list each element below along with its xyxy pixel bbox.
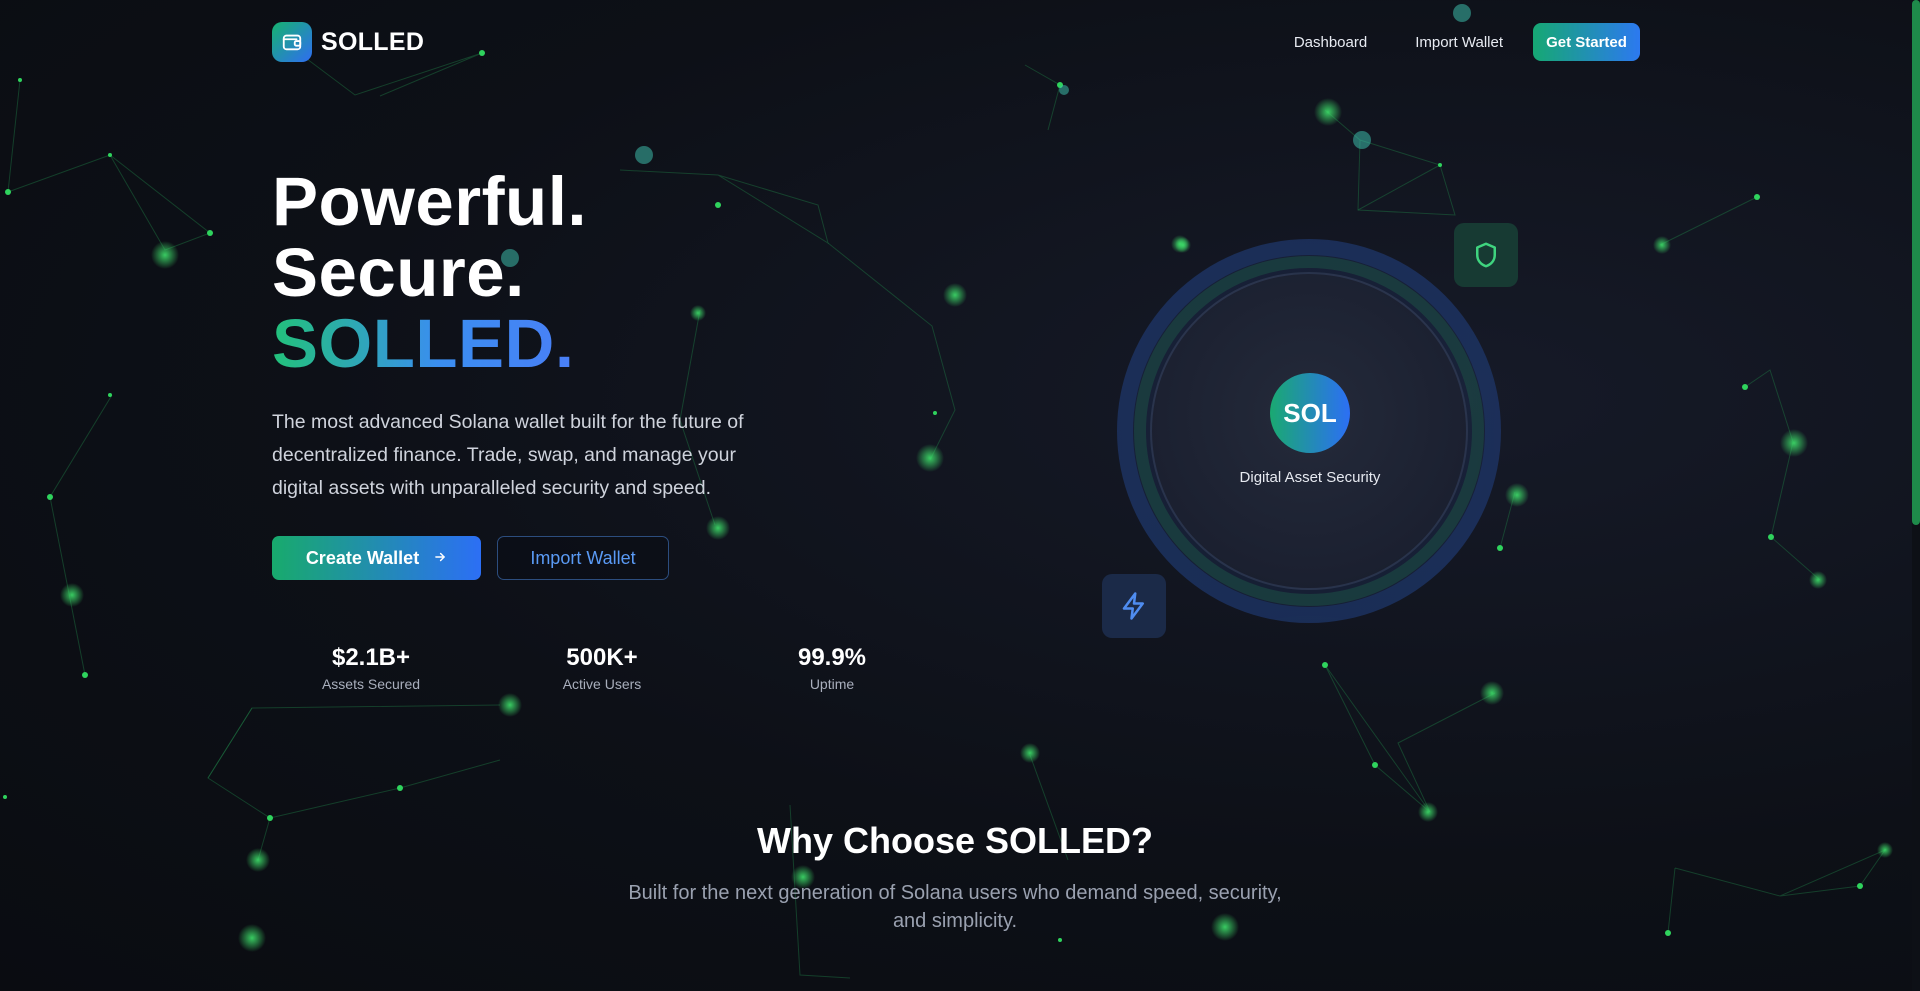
sol-badge: SOL	[1270, 373, 1350, 453]
stat-label: Uptime	[809, 676, 855, 692]
scrollbar-thumb[interactable]	[1912, 0, 1920, 525]
section-title: Why Choose SOLLED?	[757, 820, 1153, 861]
import-wallet-button[interactable]: Import Wallet	[497, 536, 669, 580]
landing-page: SOLLED Dashboard Import Wallet Get Start…	[0, 0, 1920, 991]
nav-links: Dashboard Import Wallet Get Started	[1294, 23, 1640, 61]
hero-title-line-1: Powerful.	[272, 163, 588, 240]
create-wallet-button[interactable]: Create Wallet	[272, 536, 481, 580]
get-started-button[interactable]: Get Started	[1533, 23, 1640, 61]
section-subtitle: Built for the next generation of Solana …	[628, 882, 1282, 932]
stat-assets-secured: $2.1B+ Assets Secured	[301, 644, 441, 692]
hero-title-line-3: SOLLED.	[272, 305, 575, 382]
stat-label: Assets Secured	[321, 676, 421, 692]
hero-title: Powerful. Secure. SOLLED.	[272, 166, 587, 379]
nav-import-wallet-link[interactable]: Import Wallet	[1415, 34, 1503, 51]
create-wallet-label: Create Wallet	[305, 547, 420, 568]
scrollbar[interactable]	[1912, 0, 1920, 991]
brand[interactable]: SOLLED	[272, 22, 424, 62]
stat-value: 500K+	[566, 644, 638, 671]
lightning-bolt-icon	[1102, 574, 1166, 638]
hero-title-line-2: Secure.	[272, 234, 525, 311]
stat-value: $2.1B+	[331, 644, 411, 671]
stat-uptime: 99.9% Uptime	[762, 644, 902, 692]
stat-active-users: 500K+ Active Users	[532, 644, 672, 692]
wallet-icon	[272, 22, 312, 62]
arrow-right-icon	[433, 550, 447, 567]
orb-caption: Digital Asset Security	[1239, 469, 1381, 486]
stat-value: 99.9%	[797, 644, 867, 671]
hero-description: The most advanced Solana wallet built fo…	[272, 411, 744, 499]
shield-icon	[1454, 223, 1518, 287]
brand-name: SOLLED	[321, 27, 425, 56]
stat-label: Active Users	[562, 676, 642, 692]
nav-dashboard-link[interactable]: Dashboard	[1294, 34, 1367, 51]
top-navbar: SOLLED Dashboard Import Wallet Get Start…	[272, 20, 1640, 64]
